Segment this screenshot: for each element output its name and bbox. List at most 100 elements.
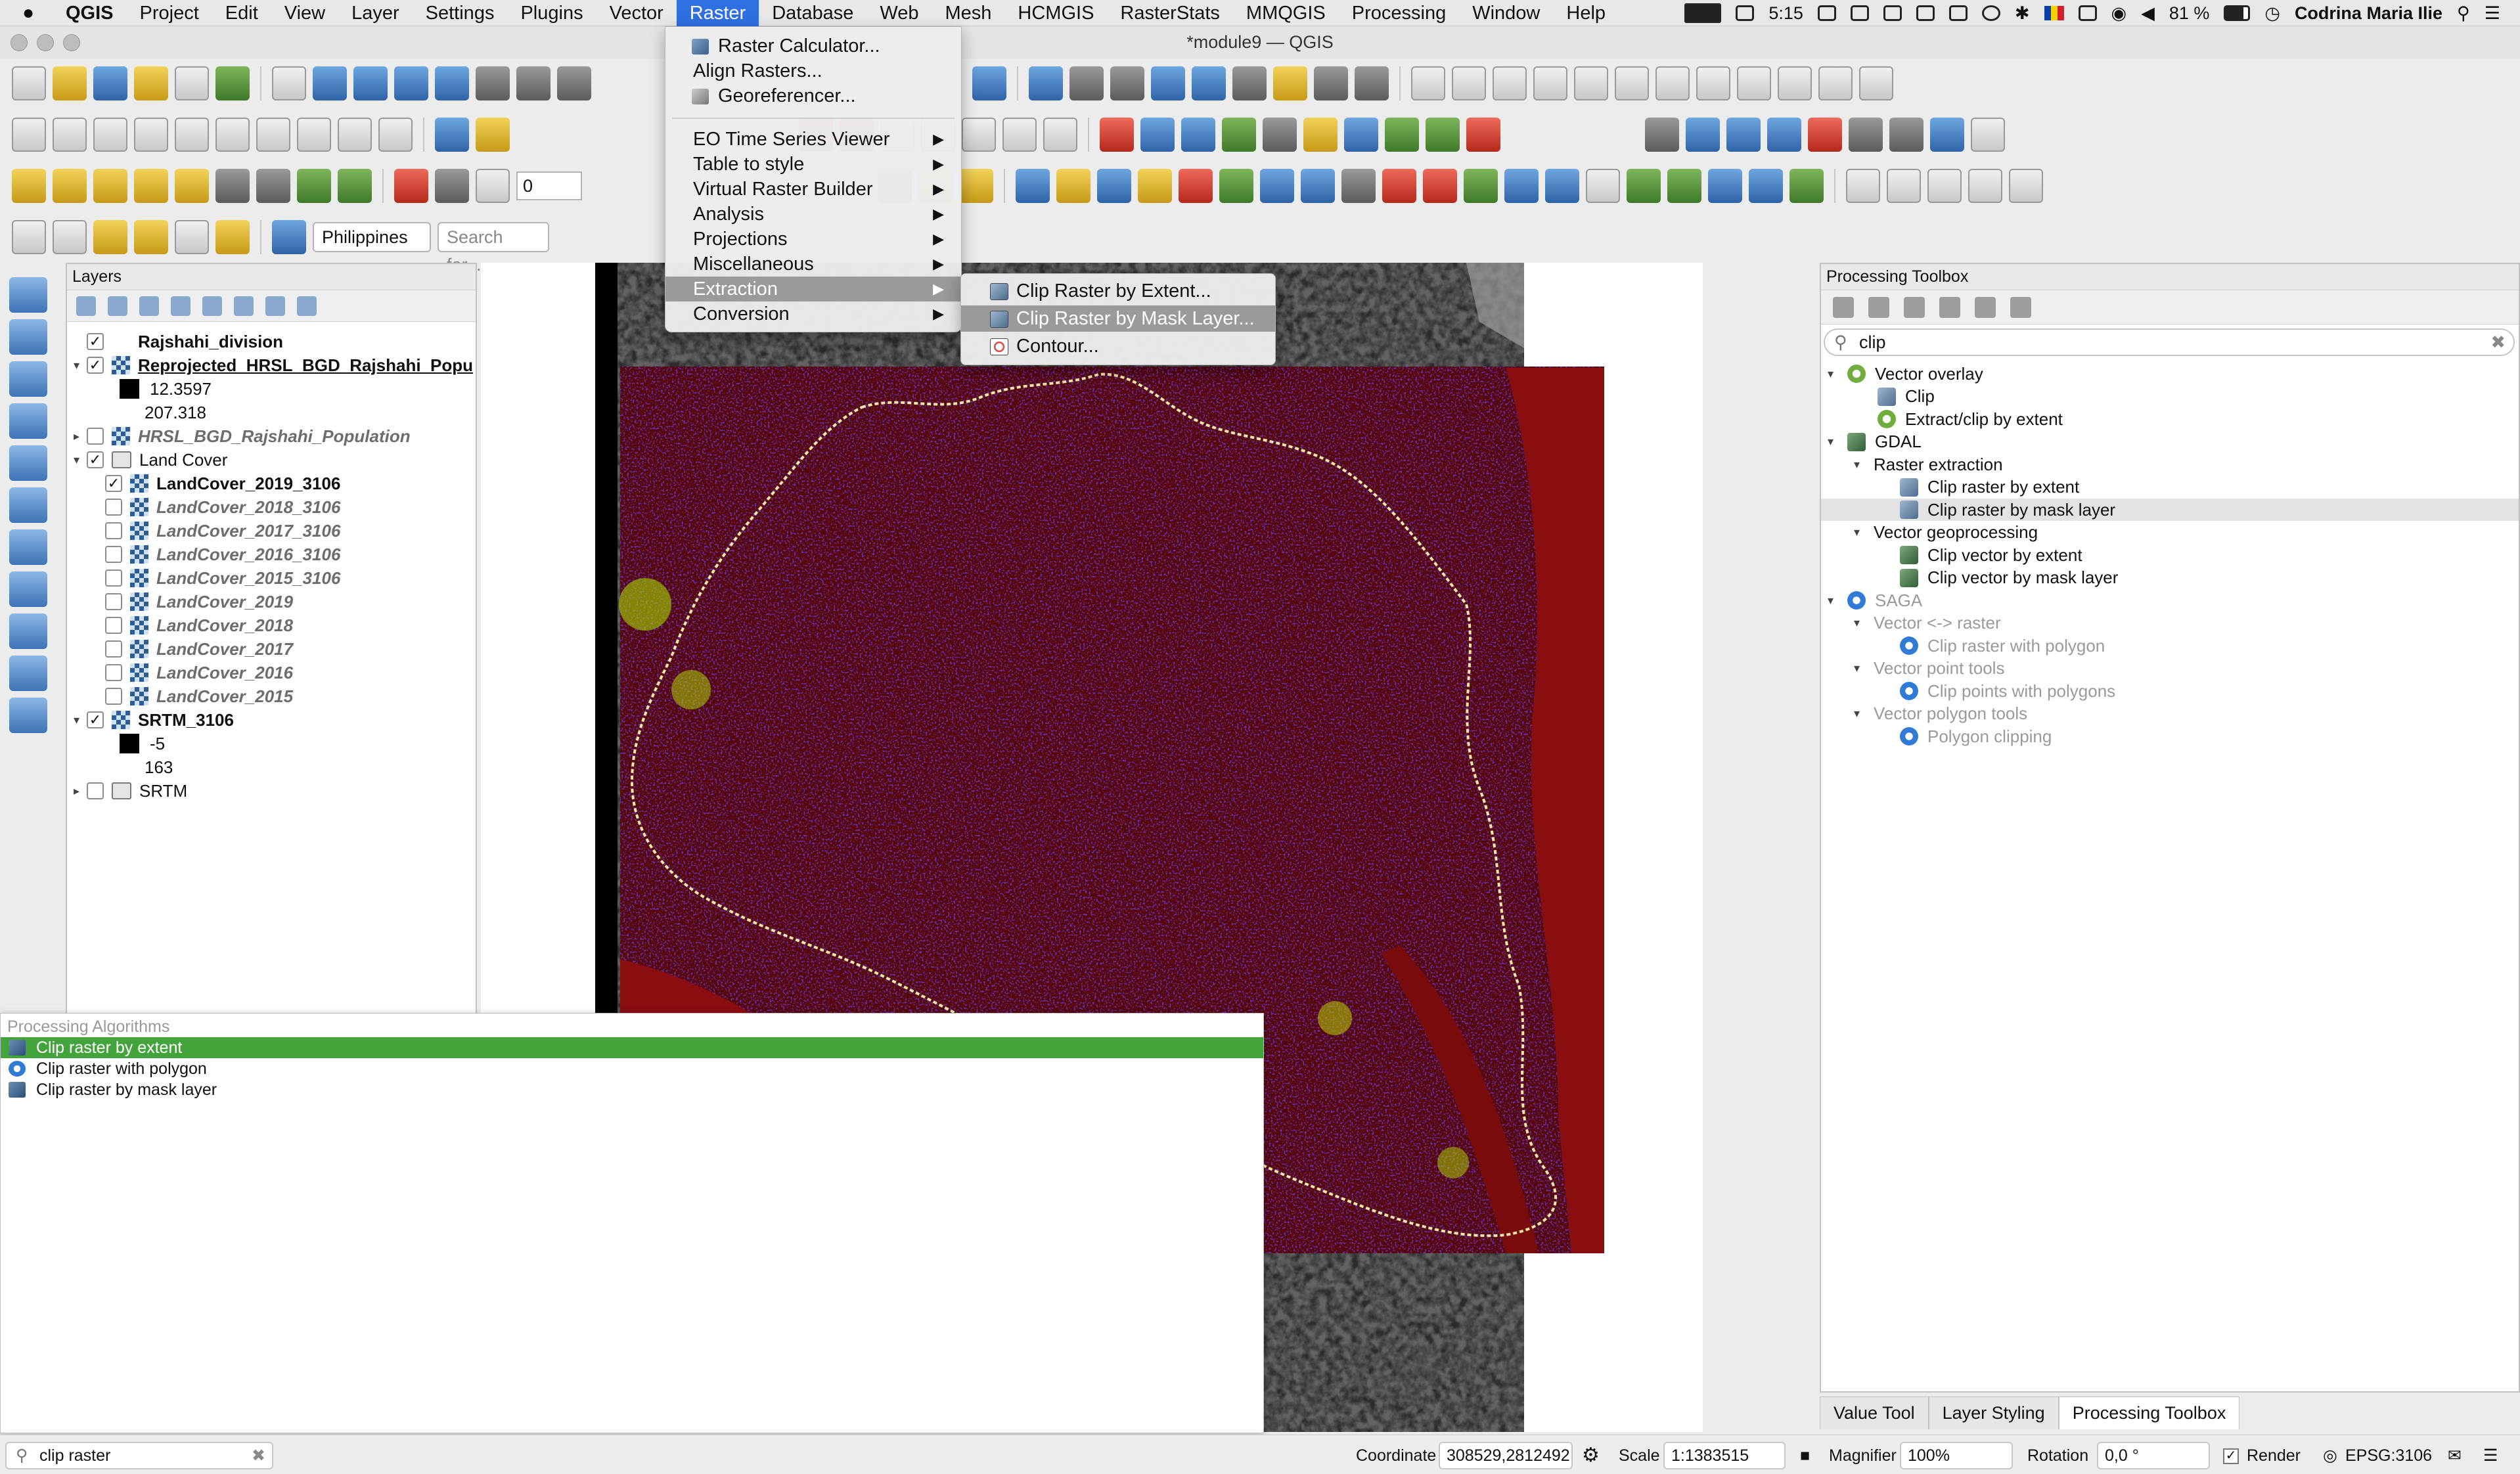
plugin-select-icon[interactable] xyxy=(1260,169,1294,203)
layer-visibility-checkbox[interactable] xyxy=(105,570,122,587)
plugin-table-icon[interactable] xyxy=(1423,169,1457,203)
processing-toolbox-icon[interactable] xyxy=(1151,66,1185,100)
history-icon[interactable] xyxy=(1904,296,1925,318)
snapping-options-icon[interactable] xyxy=(435,169,469,203)
toolbox-tree-item[interactable]: ▾ SAGA xyxy=(1821,589,2519,612)
georeference-zoom-icon[interactable] xyxy=(1181,118,1215,152)
time-machine-icon[interactable] xyxy=(1981,5,2000,21)
toolbox-tree-item[interactable]: Clip raster with polygon xyxy=(1821,635,2519,657)
toolbox-tree-item[interactable]: Clip points with polygons xyxy=(1821,680,2519,702)
select-by-value-icon[interactable] xyxy=(53,220,87,254)
menu-hcmgis[interactable]: HCMGIS xyxy=(1004,0,1107,26)
new-print-layout-icon[interactable] xyxy=(134,66,168,100)
layer-diagram-icon[interactable] xyxy=(435,118,469,152)
toggle-extents-icon[interactable]: ⚙ xyxy=(1582,1442,1600,1469)
plugin-lasso-icon[interactable] xyxy=(215,220,250,254)
plugin-scan-icon[interactable] xyxy=(1097,169,1131,203)
measure-line-icon[interactable] xyxy=(1232,66,1267,100)
xy-tool-icon[interactable] xyxy=(1686,118,1720,152)
selection-tool-3-icon[interactable] xyxy=(1927,169,1962,203)
layer-visibility-checkbox[interactable]: ✓ xyxy=(87,451,104,468)
digitize-icon-1[interactable] xyxy=(1411,66,1445,100)
tab-layer-styling[interactable]: Layer Styling xyxy=(1928,1396,2059,1429)
refresh-icon[interactable] xyxy=(972,66,1006,100)
digitize-icon-8[interactable] xyxy=(1696,66,1730,100)
toolbox-tree-item[interactable]: Clip vector by mask layer xyxy=(1821,567,2519,589)
layer-tree-item[interactable]: LandCover_2015_3106 xyxy=(105,566,340,590)
user-name[interactable]: Codrina Maria Ilie xyxy=(2295,3,2442,24)
plugin-gamma-2-icon[interactable] xyxy=(338,169,372,203)
magnifier-field[interactable]: 100% xyxy=(1900,1442,2013,1469)
dropbox-icon[interactable] xyxy=(1817,5,1836,21)
delete-selected-icon[interactable] xyxy=(175,118,209,152)
menu-table-to-style[interactable]: Table to style ▶ xyxy=(665,152,961,177)
layer-visibility-checkbox[interactable]: ✓ xyxy=(105,475,122,492)
toolbox-tree-item[interactable]: ▾ Vector point tools xyxy=(1821,658,2519,680)
menu-view[interactable]: View xyxy=(271,0,338,26)
menu-vector[interactable]: Vector xyxy=(596,0,677,26)
layer-tree-item[interactable]: LandCover_2017_3106 xyxy=(105,519,340,543)
selection-tool-icon[interactable] xyxy=(1846,169,1880,203)
layer-tree-item[interactable]: LandCover_2015 xyxy=(105,684,293,708)
menu-settings[interactable]: Settings xyxy=(413,0,508,26)
menu-eo-time-series-viewer[interactable]: EO Time Series Viewer ▶ xyxy=(665,127,961,152)
add-vector-tile-icon[interactable] xyxy=(9,698,47,733)
plugin-info-icon[interactable] xyxy=(1667,169,1701,203)
plugin-pdf-icon[interactable] xyxy=(1179,169,1213,203)
raster-histogram-icon[interactable] xyxy=(12,169,46,203)
pan-to-selection-icon[interactable] xyxy=(313,66,347,100)
layer-tree-item[interactable]: LandCover_2018_3106 xyxy=(105,495,340,519)
spotlight-icon[interactable]: ⚲ xyxy=(2457,3,2470,24)
layer-tree-item[interactable]: ▾ ✓ Reprojected_HRSL_BGD_Rajshahi_Popu xyxy=(74,353,473,377)
layer-tree-item[interactable]: -5 xyxy=(105,732,165,755)
layer-visibility-checkbox[interactable] xyxy=(105,593,122,610)
layer-visibility-checkbox[interactable] xyxy=(105,499,122,516)
label-rotate-icon[interactable] xyxy=(1002,118,1037,152)
menu-window[interactable]: Window xyxy=(1459,0,1553,26)
save-project-icon[interactable] xyxy=(93,66,127,100)
menu-layer[interactable]: Layer xyxy=(338,0,413,26)
open-field-calculator-icon[interactable] xyxy=(1110,66,1144,100)
add-wms-icon[interactable] xyxy=(9,571,47,607)
digitize-icon-3[interactable] xyxy=(1493,66,1527,100)
expand-toggle-icon[interactable]: ▾ xyxy=(74,713,87,727)
toolbox-tree-item[interactable]: ▾ Vector <-> raster xyxy=(1821,612,2519,635)
plugin-binoculars-2-icon[interactable] xyxy=(1789,169,1824,203)
tab-processing-toolbox[interactable]: Processing Toolbox xyxy=(2058,1396,2240,1429)
menu-raster[interactable]: Raster xyxy=(676,0,759,26)
redo-icon[interactable] xyxy=(378,118,413,152)
add-raster-layer-icon[interactable] xyxy=(9,319,47,355)
notification-center-icon[interactable]: ☰ xyxy=(2485,3,2500,24)
toolbox-tree-item[interactable]: Clip raster by mask layer xyxy=(1821,499,2519,521)
remove-layer-icon[interactable] xyxy=(297,296,317,316)
layer-tree-item[interactable]: LandCover_2018 xyxy=(105,614,293,637)
numbering-123-icon[interactable] xyxy=(1889,118,1924,152)
render-checkbox[interactable]: ✓ xyxy=(2223,1442,2244,1469)
layer-tree-item[interactable]: 207.318 xyxy=(105,401,206,424)
label-move-icon[interactable] xyxy=(962,118,996,152)
layer-visibility-checkbox[interactable]: ✓ xyxy=(87,357,104,374)
zoom-to-selection-icon[interactable] xyxy=(476,66,510,100)
layer-visibility-checkbox[interactable] xyxy=(87,428,104,445)
layer-visibility-checkbox[interactable] xyxy=(105,522,122,539)
pan-map-icon[interactable] xyxy=(272,66,306,100)
battery-percent[interactable]: 81 % xyxy=(2169,3,2210,24)
plugin-gamma-icon[interactable] xyxy=(297,169,331,203)
menu-analysis[interactable]: Analysis ▶ xyxy=(665,202,961,227)
toolbox-tree-item[interactable]: Clip vector by extent xyxy=(1821,544,2519,566)
trim-tool-icon[interactable] xyxy=(1808,118,1842,152)
deselect-all-icon[interactable] xyxy=(93,220,127,254)
menu-extraction[interactable]: Extraction ▶ xyxy=(665,277,961,302)
clear-locator-icon[interactable]: ✖ xyxy=(252,1443,265,1468)
menu-mesh[interactable]: Mesh xyxy=(932,0,1004,26)
zoom-native-icon[interactable] xyxy=(557,66,591,100)
layer-visibility-checkbox[interactable] xyxy=(105,640,122,658)
edit-in-place-icon[interactable] xyxy=(1975,296,1996,318)
georeference-add-icon[interactable] xyxy=(1140,118,1175,152)
country-combo[interactable]: Philippines xyxy=(313,222,431,252)
menu-clip-raster-by-mask-layer[interactable]: Clip Raster by Mask Layer... xyxy=(961,305,1275,332)
add-delimited-text-icon[interactable] xyxy=(9,445,47,481)
models-icon[interactable] xyxy=(1833,296,1854,318)
clock-icon[interactable]: ◷ xyxy=(2264,3,2280,24)
layer-tree-item[interactable]: ▸ SRTM xyxy=(74,779,187,803)
